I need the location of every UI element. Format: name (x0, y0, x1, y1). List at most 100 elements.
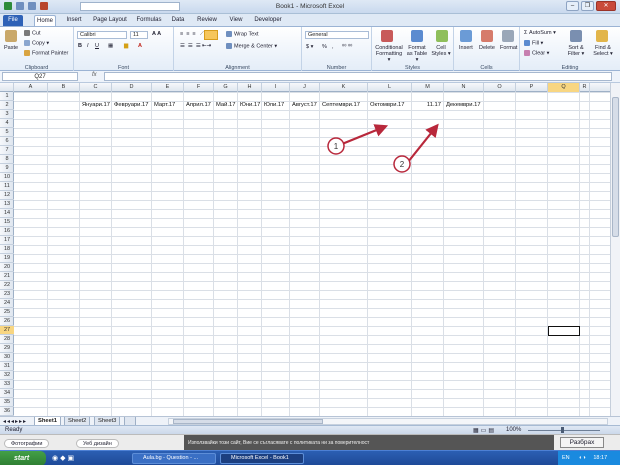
fill-color-icon[interactable]: ▆ (124, 43, 128, 49)
paste-icon[interactable] (5, 30, 17, 42)
tray-icons[interactable]: ◐◑ (579, 455, 586, 461)
zoom-level[interactable]: 100% (506, 427, 521, 433)
insert-button[interactable]: Insert (459, 45, 473, 51)
vertical-align-icons[interactable]: ≡≡≡ (180, 31, 199, 37)
row-header-1[interactable]: 1 (0, 92, 14, 101)
row-header-5[interactable]: 5 (0, 128, 14, 137)
column-header-g[interactable]: G (214, 83, 238, 92)
format-button[interactable]: Format (500, 45, 517, 51)
paste-button[interactable]: Paste (4, 45, 18, 51)
tab-view[interactable]: View (226, 15, 246, 26)
percent-button[interactable]: % (322, 44, 327, 50)
clock[interactable]: 18:17 (593, 455, 607, 461)
wrap-text-button[interactable]: Wrap Text (226, 31, 259, 37)
column-header-r[interactable]: R (580, 83, 590, 92)
font-size-select[interactable]: 11 (130, 31, 148, 39)
row-header-27[interactable]: 27 (0, 326, 14, 335)
maximize-button[interactable]: ❐ (581, 1, 594, 11)
row-header-11[interactable]: 11 (0, 182, 14, 191)
quick-launch-icons[interactable]: ◉◆▣ (52, 454, 76, 462)
row-header-6[interactable]: 6 (0, 137, 14, 146)
clear-button[interactable]: Clear ▾ (524, 50, 549, 56)
row-header-34[interactable]: 34 (0, 389, 14, 398)
cells-area[interactable]: Януари.17 Февруари.17 Март.17 Април.17 Май.1… (14, 92, 610, 416)
tab-developer[interactable]: Developer (252, 15, 284, 26)
comma-button[interactable]: , (332, 44, 334, 50)
row-header-25[interactable]: 25 (0, 308, 14, 317)
tab-review[interactable]: Review (194, 15, 220, 26)
select-all-corner[interactable] (0, 83, 14, 92)
column-header-m[interactable]: M (412, 83, 444, 92)
tab-page-layout[interactable]: Page Layout (90, 15, 130, 26)
row-header-2[interactable]: 2 (0, 101, 14, 110)
cut-button[interactable]: Cut (24, 30, 41, 36)
row-header-19[interactable]: 19 (0, 254, 14, 263)
borders-icon[interactable]: ▦ (108, 43, 113, 49)
row-header-17[interactable]: 17 (0, 236, 14, 245)
vertical-scroll-thumb[interactable] (612, 97, 619, 237)
row-header-8[interactable]: 8 (0, 155, 14, 164)
find-select-button[interactable]: Find & Select ▾ (590, 45, 616, 57)
column-header-q[interactable]: Q (548, 83, 580, 92)
row-header-28[interactable]: 28 (0, 335, 14, 344)
column-header-p[interactable]: P (516, 83, 548, 92)
zoom-slider-thumb[interactable] (561, 427, 564, 433)
vertical-scrollbar[interactable] (610, 83, 620, 416)
format-as-table-button[interactable]: Format as Table ▾ (406, 45, 428, 63)
row-header-7[interactable]: 7 (0, 146, 14, 155)
indent-icons[interactable]: ⇤⇥ (202, 43, 211, 49)
merge-center-button[interactable]: Merge & Center ▾ (226, 43, 277, 49)
row-header-33[interactable]: 33 (0, 380, 14, 389)
tab-insert[interactable]: Insert (62, 15, 86, 26)
row-header-31[interactable]: 31 (0, 362, 14, 371)
column-header-k[interactable]: K (320, 83, 368, 92)
delete-cells-icon[interactable] (481, 30, 493, 42)
row-header-22[interactable]: 22 (0, 281, 14, 290)
row-header-21[interactable]: 21 (0, 272, 14, 281)
format-cells-icon[interactable] (502, 30, 514, 42)
accept-cookies-button[interactable]: Разбрах (560, 437, 604, 448)
language-indicator[interactable]: EN (562, 455, 570, 461)
formula-input[interactable] (104, 72, 612, 81)
horizontal-scroll-thumb[interactable] (173, 419, 323, 424)
autosum-button[interactable]: Σ AutoSum ▾ (524, 30, 556, 36)
row-header-4[interactable]: 4 (0, 119, 14, 128)
tab-data[interactable]: Data (168, 15, 188, 26)
tab-home[interactable]: Home (34, 15, 56, 26)
currency-button[interactable]: $ ▾ (306, 44, 313, 50)
tab-file[interactable]: File (3, 15, 23, 26)
close-button[interactable]: ✕ (596, 1, 616, 11)
font-color-icon[interactable]: A (138, 43, 142, 49)
taskbar-excel[interactable]: Microsoft Excel - Book1 (220, 453, 304, 464)
column-header-l[interactable]: L (368, 83, 412, 92)
row-header-10[interactable]: 10 (0, 173, 14, 182)
row-header-9[interactable]: 9 (0, 164, 14, 173)
italic-icon[interactable]: I (87, 43, 89, 49)
column-header-o[interactable]: O (484, 83, 516, 92)
format-painter-button[interactable]: Format Painter (24, 50, 68, 56)
column-header-d[interactable]: D (112, 83, 152, 92)
sort-filter-icon[interactable] (570, 30, 582, 42)
column-header-b[interactable]: B (48, 83, 80, 92)
delete-button[interactable]: Delete (479, 45, 495, 51)
row-header-29[interactable]: 29 (0, 344, 14, 353)
sort-filter-button[interactable]: Sort & Filter ▾ (564, 45, 588, 57)
row-header-30[interactable]: 30 (0, 353, 14, 362)
format-table-icon[interactable] (411, 30, 423, 42)
number-format-select[interactable]: General (305, 31, 369, 39)
bold-icon[interactable]: B (78, 43, 82, 49)
row-header-13[interactable]: 13 (0, 200, 14, 209)
column-header-e[interactable]: E (152, 83, 184, 92)
conditional-formatting-button[interactable]: Conditional Formatting ▾ (374, 45, 404, 63)
decimal-icons[interactable]: ⁰⁰ ⁰⁰ (342, 44, 352, 50)
minimize-button[interactable]: – (566, 1, 579, 11)
column-header-a[interactable]: A (14, 83, 48, 92)
row-header-18[interactable]: 18 (0, 245, 14, 254)
column-header-h[interactable]: H (238, 83, 262, 92)
column-header-i[interactable]: I (262, 83, 290, 92)
start-button[interactable]: start (0, 451, 46, 465)
row-header-12[interactable]: 12 (0, 191, 14, 200)
conditional-formatting-icon[interactable] (381, 30, 393, 42)
row-header-3[interactable]: 3 (0, 110, 14, 119)
cell-styles-icon[interactable] (436, 30, 448, 42)
